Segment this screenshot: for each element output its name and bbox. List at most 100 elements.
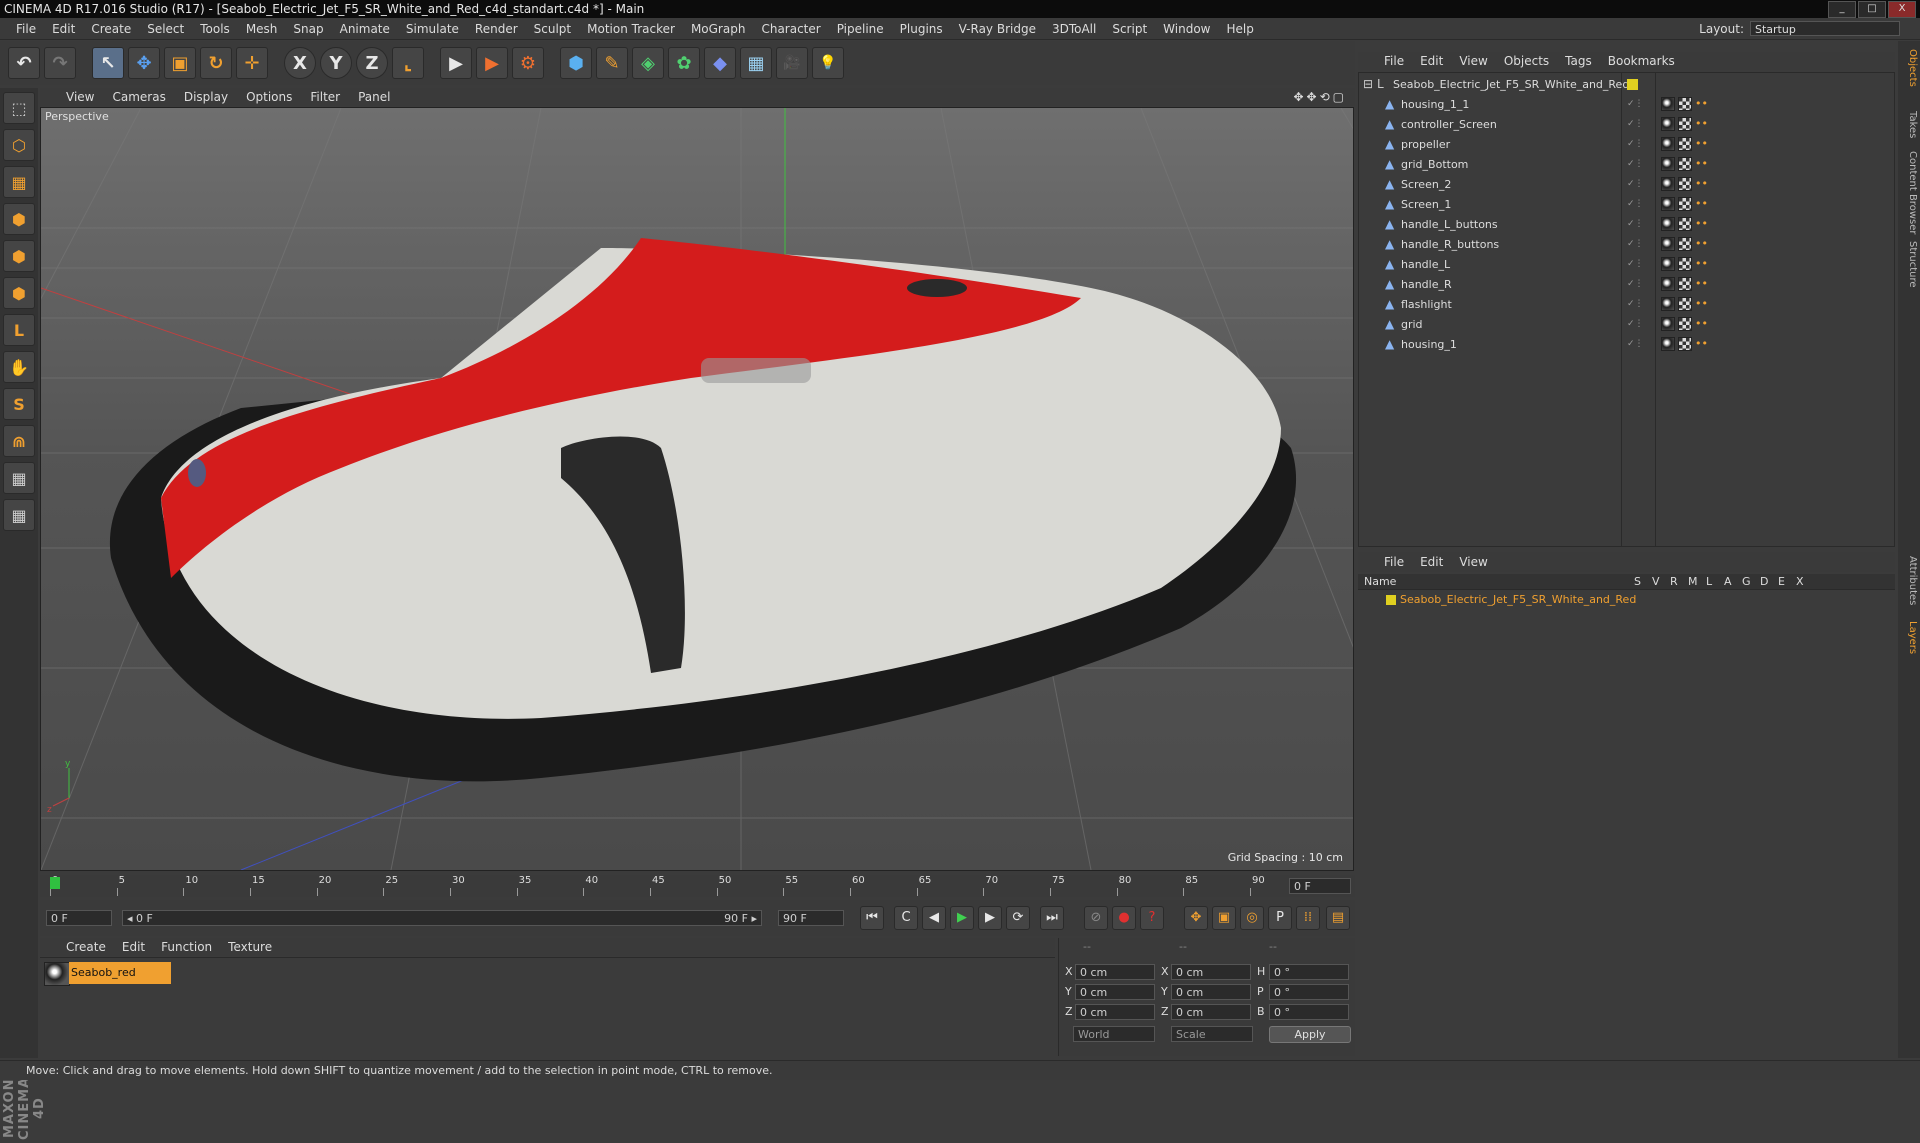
playhead[interactable]: [50, 877, 60, 889]
phong-tag-icon[interactable]: ••: [1695, 177, 1709, 191]
layer-column-header[interactable]: G: [1742, 575, 1751, 588]
phong-tag-icon[interactable]: ••: [1695, 297, 1709, 311]
layer-column-header[interactable]: D: [1760, 575, 1768, 588]
layer-column-header[interactable]: L: [1706, 575, 1712, 588]
menu-pipeline[interactable]: Pipeline: [829, 18, 892, 40]
object-menu-bookmarks[interactable]: Bookmarks: [1608, 54, 1675, 68]
minimize-button[interactable]: _: [1828, 1, 1856, 18]
menu-plugins[interactable]: Plugins: [892, 18, 951, 40]
layer-column-header[interactable]: E: [1778, 575, 1785, 588]
seabob-model[interactable]: [109, 238, 1297, 782]
object-menu-file[interactable]: File: [1384, 54, 1404, 68]
viewport-menu-display[interactable]: Display: [184, 90, 228, 104]
layer-column-header[interactable]: R: [1670, 575, 1678, 588]
texture-tag-icon[interactable]: [1678, 337, 1692, 351]
polygons-mode-icon[interactable]: L: [3, 314, 35, 346]
next-key-icon[interactable]: ⟳: [1006, 906, 1030, 930]
layer-column-header[interactable]: A: [1724, 575, 1732, 588]
rotation-p-field[interactable]: 0 °: [1269, 984, 1349, 1000]
key-rotation-icon[interactable]: ◎: [1240, 906, 1264, 930]
menu-help[interactable]: Help: [1218, 18, 1261, 40]
visibility-toggle-icon[interactable]: ✓⋮: [1627, 238, 1644, 250]
object-row[interactable]: ▲ flashlight ✓⋮ ••: [1359, 295, 1894, 314]
z-axis-icon[interactable]: Z: [356, 47, 388, 79]
material-tag-icon[interactable]: [1661, 277, 1675, 291]
visibility-toggle-icon[interactable]: ✓⋮: [1627, 158, 1644, 170]
model-mode-icon[interactable]: ⬡: [3, 129, 35, 161]
menu-motion-tracker[interactable]: Motion Tracker: [579, 18, 683, 40]
visibility-toggle-icon[interactable]: ✓⋮: [1627, 298, 1644, 310]
menu-file[interactable]: File: [8, 18, 44, 40]
menu-mograph[interactable]: MoGraph: [683, 18, 754, 40]
visibility-toggle-icon[interactable]: ✓⋮: [1627, 138, 1644, 150]
start-frame-field[interactable]: 0 F: [46, 910, 112, 926]
object-row[interactable]: ▲ Screen_1 ✓⋮ ••: [1359, 195, 1894, 214]
material-swatch[interactable]: [44, 962, 70, 986]
redo-icon[interactable]: ↷: [44, 47, 76, 79]
viewport-navigation-icon[interactable]: ✥✥⟲▢: [1293, 90, 1347, 104]
phong-tag-icon[interactable]: ••: [1695, 277, 1709, 291]
points-mode-icon[interactable]: ⬢: [3, 240, 35, 272]
phong-tag-icon[interactable]: ••: [1695, 137, 1709, 151]
visibility-toggle-icon[interactable]: ✓⋮: [1627, 218, 1644, 230]
menu-character[interactable]: Character: [753, 18, 828, 40]
material-menu-function[interactable]: Function: [161, 940, 212, 954]
key-scale-icon[interactable]: ▣: [1212, 906, 1236, 930]
position-y-field[interactable]: 0 cm: [1075, 984, 1155, 1000]
workplane-icon[interactable]: ⬢: [3, 203, 35, 235]
object-row[interactable]: ▲ handle_R ✓⋮ ••: [1359, 275, 1894, 294]
layer-column-header[interactable]: M: [1688, 575, 1698, 588]
material-tag-icon[interactable]: [1661, 297, 1675, 311]
object-menu-objects[interactable]: Objects: [1504, 54, 1549, 68]
texture-tag-icon[interactable]: [1678, 137, 1692, 151]
object-menu-edit[interactable]: Edit: [1420, 54, 1443, 68]
texture-tag-icon[interactable]: [1678, 197, 1692, 211]
cube-icon[interactable]: ⬢: [560, 47, 592, 79]
autokey-icon[interactable]: ?: [1140, 906, 1164, 930]
key-pla-icon[interactable]: ⁞⁞: [1296, 906, 1320, 930]
previous-key-icon[interactable]: C: [894, 906, 918, 930]
key-position-icon[interactable]: ✥: [1184, 906, 1208, 930]
layer-column-header[interactable]: S: [1634, 575, 1641, 588]
phong-tag-icon[interactable]: ••: [1695, 157, 1709, 171]
tweak-mode-icon[interactable]: S: [3, 388, 35, 420]
menu-create[interactable]: Create: [83, 18, 139, 40]
menu-snap[interactable]: Snap: [285, 18, 331, 40]
edges-mode-icon[interactable]: ⬢: [3, 277, 35, 309]
object-row[interactable]: ▲ controller_Screen ✓⋮ ••: [1359, 115, 1894, 134]
menu-select[interactable]: Select: [139, 18, 192, 40]
layer-menu-edit[interactable]: Edit: [1420, 555, 1443, 569]
menu-sculpt[interactable]: Sculpt: [526, 18, 579, 40]
current-frame-field[interactable]: 0 F: [1289, 878, 1351, 894]
apply-button[interactable]: Apply: [1269, 1026, 1351, 1043]
maximize-button[interactable]: □: [1858, 1, 1886, 18]
subdivision-icon[interactable]: ◈: [632, 47, 664, 79]
object-row[interactable]: ▲ handle_R_buttons ✓⋮ ••: [1359, 235, 1894, 254]
material-tag-icon[interactable]: [1661, 137, 1675, 151]
phong-tag-icon[interactable]: ••: [1695, 117, 1709, 131]
pen-icon[interactable]: ✎: [596, 47, 628, 79]
visibility-toggle-icon[interactable]: ✓⋮: [1627, 178, 1644, 190]
layer-column-header[interactable]: X: [1796, 575, 1804, 588]
menu-window[interactable]: Window: [1155, 18, 1218, 40]
material-name[interactable]: Seabob_red: [69, 962, 171, 984]
phong-tag-icon[interactable]: ••: [1695, 217, 1709, 231]
y-axis-icon[interactable]: Y: [320, 47, 352, 79]
phong-tag-icon[interactable]: ••: [1695, 197, 1709, 211]
close-button[interactable]: X: [1888, 1, 1916, 18]
texture-tag-icon[interactable]: [1678, 257, 1692, 271]
phong-tag-icon[interactable]: ••: [1695, 317, 1709, 331]
viewport-menu-options[interactable]: Options: [246, 90, 292, 104]
workplane-lock-icon[interactable]: ▦: [3, 462, 35, 494]
phong-tag-icon[interactable]: ••: [1695, 97, 1709, 111]
menu-mesh[interactable]: Mesh: [238, 18, 286, 40]
rotation-b-field[interactable]: 0 °: [1269, 1004, 1349, 1020]
material-menu-edit[interactable]: Edit: [122, 940, 145, 954]
live-select-icon[interactable]: ↖: [92, 47, 124, 79]
viewport-menu-panel[interactable]: Panel: [358, 90, 390, 104]
material-menu-texture[interactable]: Texture: [228, 940, 272, 954]
object-menu-view[interactable]: View: [1459, 54, 1487, 68]
object-row[interactable]: ▲ propeller ✓⋮ ••: [1359, 135, 1894, 154]
material-tag-icon[interactable]: [1661, 97, 1675, 111]
visibility-toggle-icon[interactable]: ✓⋮: [1627, 338, 1644, 350]
